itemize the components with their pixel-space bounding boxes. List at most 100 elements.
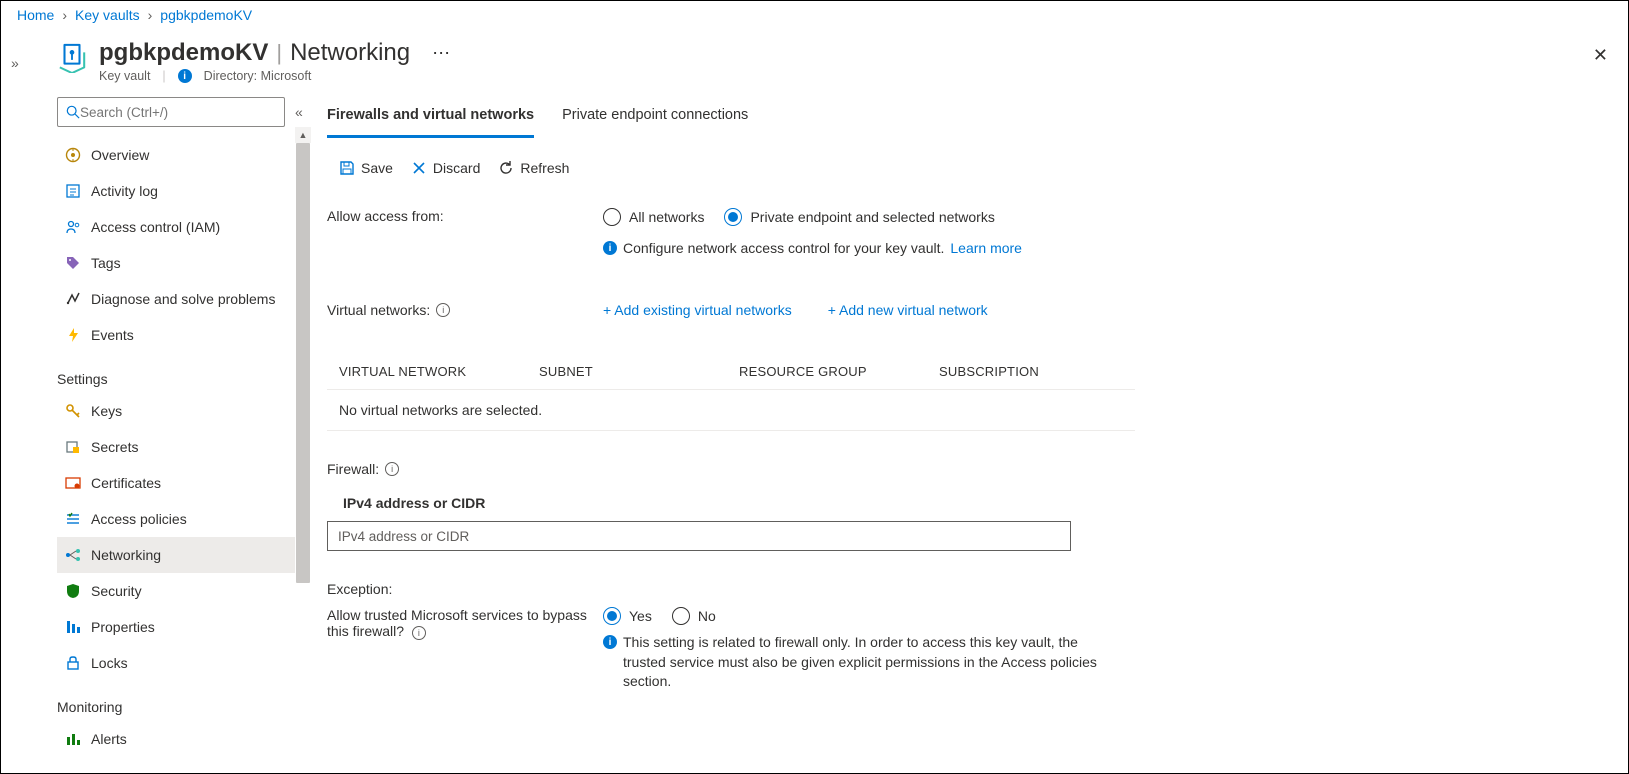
col-rg: RESOURCE GROUP <box>727 354 927 390</box>
sidebar-item-secrets[interactable]: Secrets <box>57 429 311 465</box>
sidebar-item-label: Activity log <box>91 183 158 199</box>
radio-exception-no[interactable]: No <box>672 607 716 625</box>
expand-menu-icon[interactable]: » <box>11 55 19 71</box>
title-separator: | <box>276 40 282 66</box>
sidebar-item-label: Properties <box>91 619 155 635</box>
sidebar-item-alerts[interactable]: Alerts <box>57 721 311 757</box>
toolbar: Save Discard Refresh <box>327 142 1588 200</box>
breadcrumb-sep: › <box>148 7 153 23</box>
allow-access-label: Allow access from: <box>327 208 603 224</box>
scroll-up-icon[interactable]: ▲ <box>295 127 311 143</box>
save-label: Save <box>361 160 393 176</box>
sidebar-item-security[interactable]: Security <box>57 573 311 609</box>
keys-icon <box>65 403 81 419</box>
scroll-thumb[interactable] <box>296 143 310 583</box>
sidebar-group-monitoring: Monitoring <box>57 681 311 721</box>
sidebar-item-label: Access control (IAM) <box>91 219 220 235</box>
tab-private-endpoints[interactable]: Private endpoint connections <box>562 97 748 138</box>
info-icon[interactable]: i <box>385 462 399 476</box>
sidebar-item-label: Secrets <box>91 439 138 455</box>
breadcrumb: Home › Key vaults › pgbkpdemoKV <box>1 1 1628 25</box>
save-button[interactable]: Save <box>339 160 393 176</box>
tab-firewalls[interactable]: Firewalls and virtual networks <box>327 97 534 138</box>
locks-icon <box>65 655 81 671</box>
keyvault-icon <box>57 43 87 73</box>
refresh-button[interactable]: Refresh <box>498 160 569 176</box>
sidebar-scrollbar[interactable]: ▲ <box>295 127 311 773</box>
page-title: pgbkpdemoKV <box>99 39 268 67</box>
sidebar-item-label: Access policies <box>91 511 187 527</box>
sidebar-item-label: Events <box>91 327 134 343</box>
certificates-icon <box>65 475 81 491</box>
sidebar-item-activity-log[interactable]: Activity log <box>57 173 311 209</box>
sidebar-item-iam[interactable]: Access control (IAM) <box>57 209 311 245</box>
sidebar-item-label: Security <box>91 583 142 599</box>
alerts-icon <box>65 731 81 747</box>
sidebar-item-diagnose[interactable]: Diagnose and solve problems <box>57 281 311 317</box>
sidebar-item-label: Networking <box>91 547 161 563</box>
sidebar-item-label: Overview <box>91 147 149 163</box>
sidebar-item-keys[interactable]: Keys <box>57 393 311 429</box>
discard-icon <box>411 160 427 176</box>
info-icon[interactable]: i <box>436 303 450 317</box>
sidebar-item-properties[interactable]: Properties <box>57 609 311 645</box>
sidebar-group-settings: Settings <box>57 353 311 393</box>
radio-exception-yes[interactable]: Yes <box>603 607 652 625</box>
refresh-label: Refresh <box>520 160 569 176</box>
sidebar-item-events[interactable]: Events <box>57 317 311 353</box>
save-icon <box>339 160 355 176</box>
sidebar-item-networking[interactable]: Networking <box>57 537 311 573</box>
sidebar-item-label: Certificates <box>91 475 161 491</box>
sidebar-item-label: Keys <box>91 403 122 419</box>
vnet-empty-row: No virtual networks are selected. <box>327 390 1135 431</box>
col-sub: SUBSCRIPTION <box>927 354 1135 390</box>
search-input[interactable] <box>80 105 276 120</box>
security-icon <box>65 583 81 599</box>
activity-log-icon <box>65 183 81 199</box>
search-icon <box>66 105 80 119</box>
breadcrumb-sep: › <box>62 7 67 23</box>
directory-label: Directory: Microsoft <box>204 69 312 83</box>
info-icon[interactable]: i <box>178 69 192 83</box>
radio-label: Yes <box>629 608 652 624</box>
exception-help-text: This setting is related to firewall only… <box>623 633 1103 692</box>
networking-icon <box>65 547 81 563</box>
main-content: Firewalls and virtual networks Private e… <box>311 89 1628 773</box>
sidebar-search[interactable] <box>57 97 285 127</box>
sidebar-item-label: Diagnose and solve problems <box>91 291 275 307</box>
page-section: Networking <box>290 39 410 67</box>
discard-button[interactable]: Discard <box>411 160 480 176</box>
radio-selected-networks[interactable]: Private endpoint and selected networks <box>724 208 994 226</box>
properties-icon <box>65 619 81 635</box>
sidebar-item-label: Locks <box>91 655 128 671</box>
add-existing-vnet-link[interactable]: + Add existing virtual networks <box>603 302 792 318</box>
cidr-input[interactable] <box>327 521 1071 551</box>
discard-label: Discard <box>433 160 480 176</box>
cidr-heading: IPv4 address or CIDR <box>327 477 1588 521</box>
close-icon[interactable]: ✕ <box>1593 45 1608 66</box>
tags-icon <box>65 255 81 271</box>
events-icon <box>65 327 81 343</box>
sidebar-item-certificates[interactable]: Certificates <box>57 465 311 501</box>
info-icon[interactable]: i <box>603 635 617 649</box>
more-actions-button[interactable]: ⋯ <box>428 43 454 64</box>
vnet-table: VIRTUAL NETWORK SUBNET RESOURCE GROUP SU… <box>327 354 1135 431</box>
info-icon[interactable]: i <box>412 626 426 640</box>
iam-icon <box>65 219 81 235</box>
radio-label: No <box>698 608 716 624</box>
info-icon[interactable]: i <box>603 241 617 255</box>
sidebar-item-locks[interactable]: Locks <box>57 645 311 681</box>
add-new-vnet-link[interactable]: + Add new virtual network <box>828 302 988 318</box>
breadcrumb-home[interactable]: Home <box>17 7 54 23</box>
sidebar-item-tags[interactable]: Tags <box>57 245 311 281</box>
collapse-sidebar-icon[interactable]: « <box>293 104 305 120</box>
radio-all-networks[interactable]: All networks <box>603 208 704 226</box>
learn-more-link[interactable]: Learn more <box>950 240 1022 256</box>
breadcrumb-resource[interactable]: pgbkpdemoKV <box>160 7 252 23</box>
refresh-icon <box>498 160 514 176</box>
tab-bar: Firewalls and virtual networks Private e… <box>327 97 1588 138</box>
breadcrumb-keyvaults[interactable]: Key vaults <box>75 7 140 23</box>
sidebar-item-overview[interactable]: Overview <box>57 137 311 173</box>
exception-heading: Exception: <box>327 581 1588 597</box>
sidebar-item-access-policies[interactable]: Access policies <box>57 501 311 537</box>
